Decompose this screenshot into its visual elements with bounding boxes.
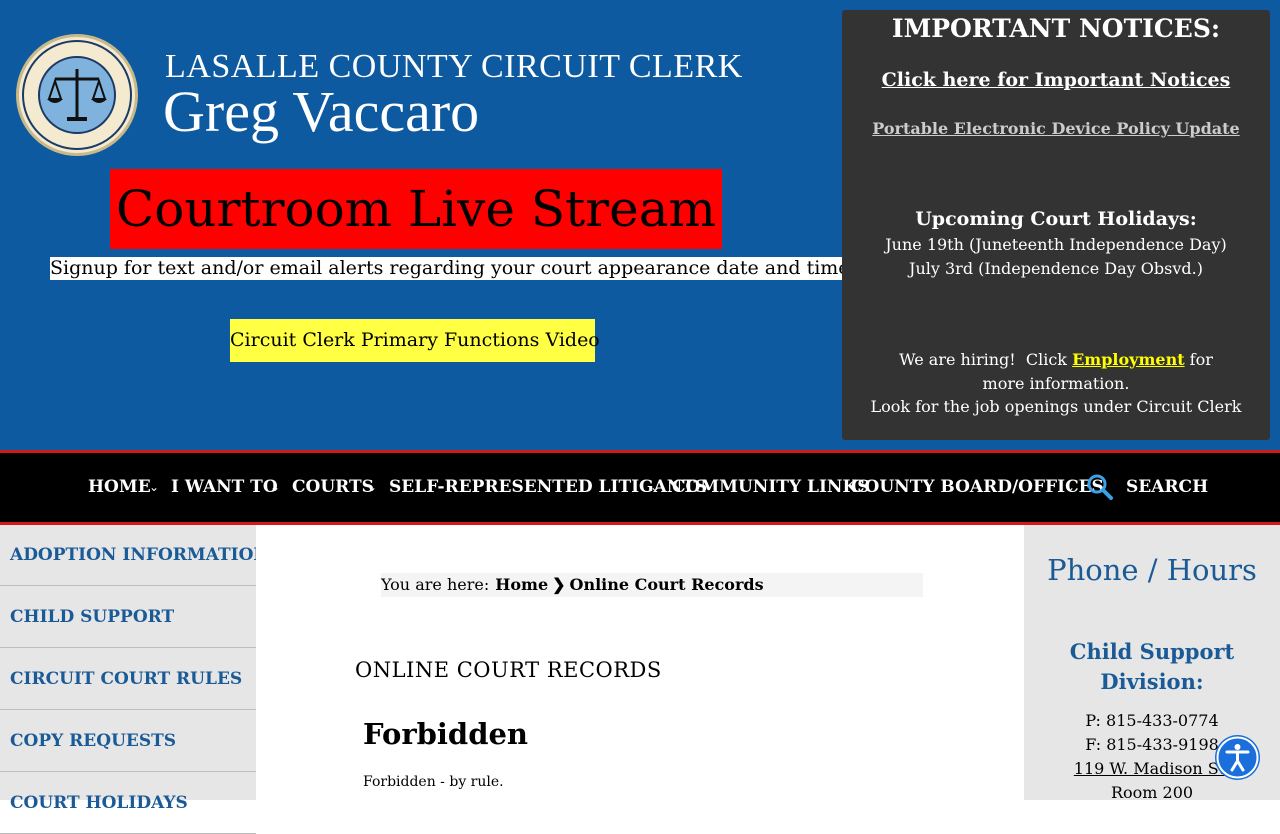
- notices-heading: IMPORTANT NOTICES:: [891, 14, 1221, 43]
- holidays-heading: Upcoming Court Holidays:: [915, 208, 1197, 230]
- device-policy-link[interactable]: Portable Electronic Device Policy Update: [842, 118, 1270, 140]
- holiday-item: June 19th (Juneteenth Independence Day): [885, 235, 1227, 254]
- division-title: Child Support Division:: [1069, 639, 1235, 694]
- primary-functions-video-button[interactable]: Circuit Clerk Primary Functions Video: [230, 319, 600, 362]
- hiring-prefix: We are hiring! Click: [899, 350, 1073, 369]
- left-sidebar: ADOPTION INFORMATION CHILD SUPPORT CIRCU…: [0, 525, 256, 834]
- holiday-item: July 3rd (Independence Day Obsvd.): [909, 259, 1203, 278]
- chevron-down-icon[interactable]: ⌄: [367, 475, 377, 499]
- chevron-down-icon[interactable]: ⌄: [149, 475, 159, 499]
- nav-item-i-want-to[interactable]: I WANT TO: [171, 475, 278, 499]
- page-title: ONLINE COURT RECORDS: [355, 658, 662, 682]
- sidebar-item-circuit-court-rules[interactable]: CIRCUIT COURT RULES: [0, 649, 256, 710]
- nav-item-courts[interactable]: COURTS: [292, 475, 374, 499]
- main-navigation: HOME ⌄ I WANT TO ⌄ COURTS ⌄ SELF-REPRESE…: [0, 450, 1280, 525]
- important-notices-panel: IMPORTANT NOTICES: Click here for Import…: [842, 10, 1270, 440]
- employment-link[interactable]: Employment: [1072, 350, 1185, 369]
- address-room: Room 200: [1110, 783, 1194, 802]
- breadcrumb-prefix: You are here:: [381, 575, 490, 594]
- court-seal-logo[interactable]: [16, 34, 138, 156]
- nav-search-label[interactable]: SEARCH: [1126, 475, 1208, 499]
- signup-alerts-link[interactable]: Signup for text and/or email alerts rega…: [50, 257, 850, 280]
- nav-item-community-links[interactable]: COMMUNITY LINKS: [672, 475, 870, 499]
- breadcrumb-current: Online Court Records: [569, 575, 764, 594]
- phone-hours-heading: Phone / Hours: [1047, 553, 1257, 587]
- clerk-name: Greg Vaccaro: [163, 79, 480, 144]
- sidebar-item-copy-requests[interactable]: COPY REQUESTS: [0, 711, 256, 772]
- chevron-down-icon[interactable]: ⌄: [650, 475, 660, 499]
- search-icon[interactable]: [1086, 473, 1114, 501]
- chevron-down-icon[interactable]: ⌄: [1065, 475, 1075, 499]
- accessibility-button[interactable]: [1215, 735, 1260, 780]
- error-heading: Forbidden: [363, 717, 529, 751]
- courtroom-live-stream-button[interactable]: Courtroom Live Stream: [110, 169, 722, 249]
- phone-number: P: 815-433-0774: [1085, 711, 1219, 730]
- chevron-down-icon[interactable]: ⌄: [270, 475, 280, 499]
- accessibility-icon: [1216, 736, 1259, 779]
- scales-of-justice-icon: [22, 40, 132, 150]
- chevron-right-icon: ❯: [552, 575, 566, 594]
- sidebar-item-child-support[interactable]: CHILD SUPPORT: [0, 587, 256, 648]
- error-message: Forbidden - by rule.: [363, 774, 504, 790]
- job-openings-note: Look for the job openings under Circuit …: [870, 397, 1242, 416]
- site-header: LASALLE COUNTY CIRCUIT CLERK Greg Vaccar…: [0, 0, 1280, 450]
- important-notices-link[interactable]: Click here for Important Notices: [842, 68, 1270, 92]
- sidebar-item-court-holidays[interactable]: COURT HOLIDAYS: [0, 773, 256, 834]
- hiring-notice: We are hiring! Click Employment for more…: [876, 348, 1236, 396]
- sidebar-item-adoption-information[interactable]: ADOPTION INFORMATION: [0, 525, 256, 586]
- breadcrumb: You are here: Home ❯ Online Court Records: [381, 573, 923, 597]
- nav-item-home[interactable]: HOME: [88, 475, 151, 499]
- breadcrumb-home-link[interactable]: Home: [495, 575, 548, 594]
